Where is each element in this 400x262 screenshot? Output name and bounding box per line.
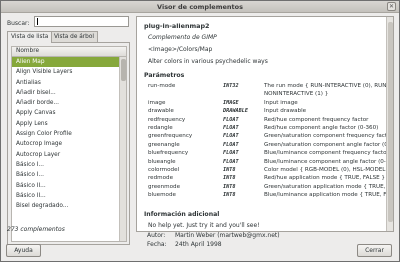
- param-type: INT8: [223, 192, 236, 199]
- param-name: bluemode: [148, 192, 176, 199]
- param-type: IMAGE: [223, 99, 239, 106]
- param-type: FLOAT: [223, 158, 239, 165]
- extra-help: No help yet. Just try it and you'll see!: [148, 222, 260, 229]
- help-text: Alter colors in various psychedelic ways: [148, 58, 268, 65]
- param-desc: Red/hue application mode { TRUE, FALSE }: [264, 175, 385, 182]
- param-name: drawable: [148, 108, 174, 115]
- param-name: image: [148, 99, 166, 106]
- list-item[interactable]: Align Visible Layers: [12, 67, 126, 77]
- param-type: DRAWABLE: [223, 108, 248, 115]
- plugin-details: plug-in-alienmap2 Complemento de GIMP <I…: [136, 16, 394, 232]
- list-item[interactable]: Básico II...: [12, 191, 126, 201]
- param-desc: Blue/luminance component angle factor (0…: [264, 158, 394, 165]
- param-type: FLOAT: [223, 125, 239, 131]
- param-name: run-mode: [148, 83, 176, 89]
- param-type: FLOAT: [223, 150, 239, 157]
- param-desc: Input drawable: [264, 108, 307, 115]
- list-item[interactable]: Añadir borde...: [12, 98, 126, 108]
- list-item[interactable]: Autocrop Image: [12, 139, 126, 149]
- param-type: INT32: [223, 83, 239, 89]
- param-name: redmode: [148, 175, 174, 182]
- list-item[interactable]: Básico II...: [12, 181, 126, 191]
- param-desc: Red/hue component angle factor (0-360): [264, 125, 379, 131]
- help-button[interactable]: Ayuda: [6, 244, 41, 257]
- param-type: INT8: [223, 183, 236, 190]
- list-item[interactable]: Básico I...: [12, 160, 126, 170]
- details-scroll-thumb[interactable]: [388, 22, 393, 222]
- details-scrollbar[interactable]: [386, 17, 393, 231]
- list-frame: Nombre Alien Map Align Visible Layers Anti…: [7, 42, 130, 245]
- list-item[interactable]: Apply Canvas: [12, 108, 126, 118]
- list-item[interactable]: Alien Map: [12, 57, 126, 68]
- author-label: Autor:: [147, 232, 166, 239]
- list-item[interactable]: Autocrop Layer: [12, 150, 126, 160]
- param-type: FLOAT: [223, 141, 239, 148]
- param-name: blueangle: [148, 158, 176, 165]
- param-desc: Green/saturation component angle factor …: [264, 141, 394, 148]
- search-input[interactable]: [34, 16, 129, 27]
- list-item[interactable]: Apply Lens: [12, 119, 126, 129]
- param-desc: Blue/luminance component frequency facto…: [264, 150, 389, 157]
- menu-path: <Image>/Colors/Map: [148, 46, 213, 53]
- plugin-count: 273 complementos: [7, 226, 65, 233]
- param-name: colormodel: [148, 167, 180, 173]
- list-item[interactable]: Assign Color Profile: [12, 129, 126, 139]
- list-scrollbar[interactable]: [119, 57, 126, 241]
- plugin-list[interactable]: Nombre Alien Map Align Visible Layers Anti…: [11, 46, 127, 242]
- param-desc: Color model { RGB-MODEL (0), HSL-MODEL (…: [264, 167, 394, 173]
- param-name: greenfrequency: [148, 133, 193, 140]
- param-name: redangle: [148, 125, 173, 131]
- extra-help-text: No help yet. Just try it and you'll see!: [148, 222, 260, 229]
- author-value: Martin Weber (martweb@gmx.net): [175, 232, 280, 239]
- text-caret: [37, 18, 38, 25]
- close-icon[interactable]: ✕: [387, 2, 396, 11]
- params-heading: Parámetros: [144, 72, 185, 79]
- param-name: greenmode: [148, 183, 181, 190]
- param-desc-continued: NONINTERACTIVE (1) }: [264, 91, 329, 98]
- list-item[interactable]: Básico I...: [12, 170, 126, 180]
- param-type: INT8: [223, 167, 236, 173]
- param-name: bluefrequency: [148, 150, 189, 157]
- list-item[interactable]: Añadir bisel...: [12, 88, 126, 98]
- titlebar[interactable]: Visor de complementos ✕: [1, 1, 399, 13]
- param-type: INT8: [223, 175, 236, 182]
- window-title: Visor de complementos: [157, 3, 243, 11]
- param-desc: Green/saturation application mode { TRUE…: [264, 183, 393, 190]
- param-desc: Green/saturation component frequency fac…: [264, 133, 393, 140]
- plugin-name: plug-in-alienmap2: [144, 22, 210, 30]
- param-type: FLOAT: [223, 116, 239, 123]
- column-header-name[interactable]: Nombre: [12, 47, 126, 57]
- plugin-blurb: Complemento de GIMP: [148, 34, 217, 41]
- plugin-browser-window: Visor de complementos ✕ Buscar: Vista de…: [0, 0, 400, 262]
- tab-list-view[interactable]: Vista de lista: [7, 31, 53, 43]
- list-rows: Alien Map Align Visible Layers Antialias Añ…: [12, 57, 126, 211]
- param-desc: Red/hue component frequency factor: [264, 116, 369, 123]
- param-desc: The run mode { RUN-INTERACTIVE (0), RUN-: [264, 83, 389, 89]
- tab-tree-view[interactable]: Vista de árbol: [50, 31, 98, 42]
- list-scroll-thumb[interactable]: [121, 59, 126, 81]
- param-type: FLOAT: [223, 133, 239, 140]
- param-desc: Input image: [264, 99, 298, 106]
- date-label: Fecha:: [147, 241, 167, 248]
- date-value: 24th April 1998: [175, 241, 222, 248]
- search-label: Buscar:: [7, 20, 30, 27]
- param-name: redfrequency: [148, 116, 186, 123]
- param-name: greenangle: [148, 141, 180, 148]
- param-desc: Blue/luminance application mode { TRUE, …: [264, 192, 394, 199]
- close-button[interactable]: Cerrar: [357, 244, 392, 257]
- list-item[interactable]: Bisel degradado...: [12, 201, 126, 211]
- extra-info-heading: Información adicional: [144, 211, 220, 218]
- list-item[interactable]: Antialias: [12, 78, 126, 88]
